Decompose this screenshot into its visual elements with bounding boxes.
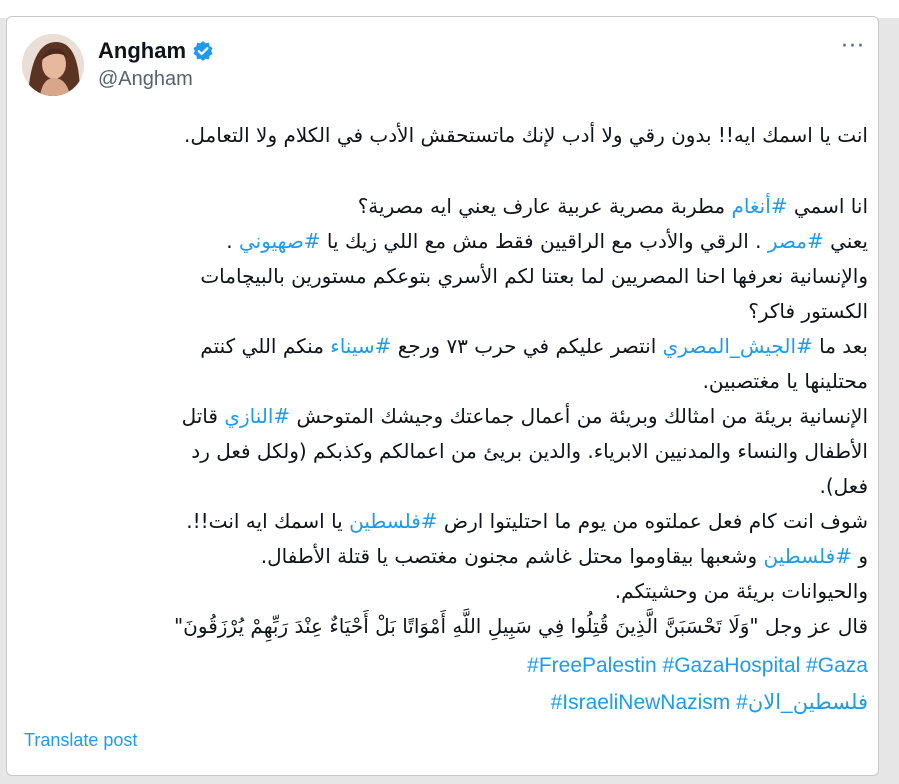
post-line: انا اسمي #أنغام مطربة مصرية عربية عارف ي… [357,194,868,218]
hashtag-link[interactable]: #سيناء [330,334,391,358]
post-line: يعني #مصر . الرقي والأدب مع الراقيين فقط… [226,229,868,253]
post-text: انت يا اسمك ايه!! بدون رقي ولا أدب لإنك … [28,118,868,644]
hashtag-link[interactable]: #الجيش_المصري [663,334,813,358]
screenshot-frame: Angham @Angham ··· انت يا اسمك ايه!! بدو… [0,0,899,784]
author-name-row[interactable]: Angham [98,38,214,64]
post-line: الأطفال والنساء والمدنيين الابرياء. والد… [191,439,868,463]
hashtag-line-1[interactable]: #FreePalestin #GazaHospital #Gaza [28,654,868,678]
post-line: الكستور فاكر؟ [748,299,868,323]
hashtag-line-2[interactable]: #IsraeliNewNazism #فلسطين_الان [28,690,868,715]
post-line: محتلينها يا مغتصبين. [702,369,868,393]
post-line: والحيوانات بريئة من وحشيتكم. [614,579,868,603]
hashtag-link[interactable]: #مصر [768,229,824,253]
post-line: انت يا اسمك ايه!! بدون رقي ولا أدب لإنك … [184,123,868,147]
hashtag-link[interactable]: #النازي [224,404,290,428]
post-line: الإنسانية بريئة من امثالك وبريئة من أعما… [181,404,868,428]
more-options-icon[interactable]: ··· [838,34,868,59]
post-line: شوف انت كام فعل عملتوه من يوم ما احتليتو… [186,509,868,533]
author-avatar[interactable] [22,34,84,96]
post-line: و #فلسطين وشعبها بيقاوموا محتل غاشم مجنو… [260,544,868,568]
hashtag-link[interactable]: #أنغام [732,194,788,218]
post-line: فعل). [819,474,868,498]
post-line: والإنسانية نعرفها احنا المصريين لما بعتن… [200,264,868,288]
author-handle[interactable]: @Angham [98,68,193,91]
hashtag-link[interactable]: #فلسطين [349,509,437,533]
hashtag-link[interactable]: #فلسطين [764,544,852,568]
post-line: قال عز وجل "وَلَا تَحْسَبَنَّ الَّذِينَ … [173,614,868,638]
hashtag-link[interactable]: #صهيوني [239,229,321,253]
verified-badge-icon [193,41,213,61]
translate-post-link[interactable]: Translate post [24,730,137,751]
avatar-image [22,34,84,96]
author-name[interactable]: Angham [98,38,186,64]
post-line: بعد ما #الجيش_المصري انتصر عليكم في حرب … [200,334,868,358]
